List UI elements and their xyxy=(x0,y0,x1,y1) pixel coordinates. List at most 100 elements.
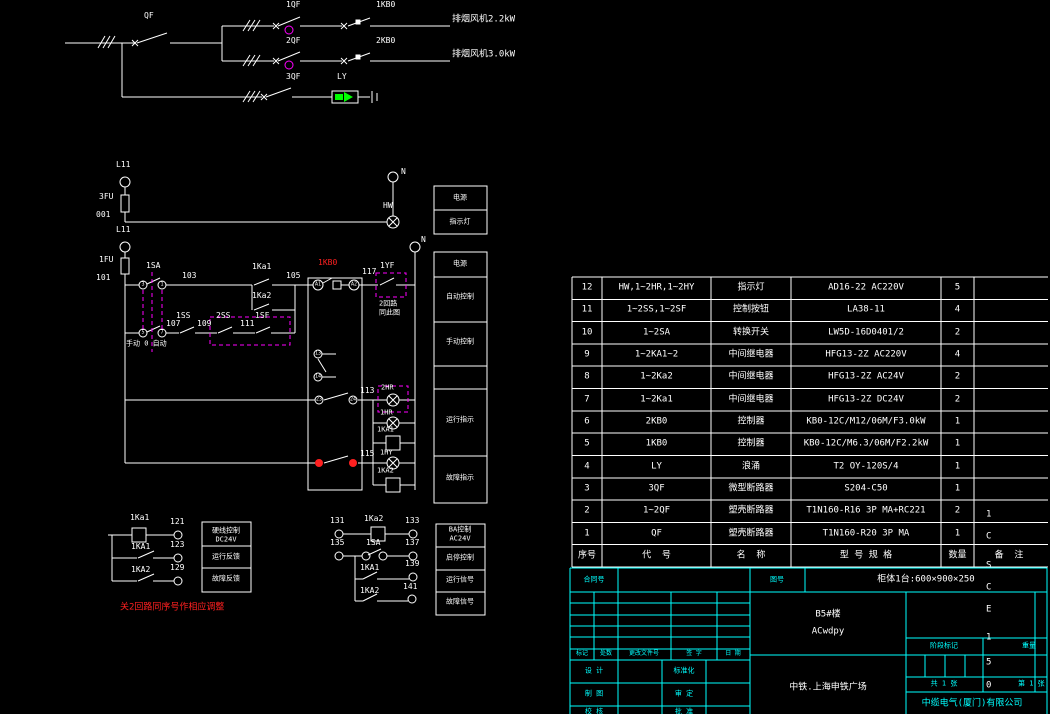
cad-text: 1KB0 xyxy=(376,1,395,9)
table-cell: 指示灯 xyxy=(737,284,764,293)
cad-text: 1FU xyxy=(99,256,113,264)
cad-text: 0 xyxy=(986,682,991,691)
table-cell: 3 xyxy=(584,484,589,493)
table-cell: LY xyxy=(651,462,662,471)
cad-text: 1QF xyxy=(286,1,300,9)
cad-text: S xyxy=(986,562,991,571)
table-cell: 1~2QF xyxy=(643,507,670,516)
cad-text: 137 xyxy=(405,539,419,547)
table-cell: 4 xyxy=(955,351,960,360)
cad-text: 2SS xyxy=(216,312,230,320)
power-circuit-lines xyxy=(65,17,450,103)
project-building: B5#楼 xyxy=(815,611,840,620)
cad-text: 第 1 张 xyxy=(1018,681,1045,688)
table-header-cell: 代 号 xyxy=(642,551,671,560)
table-cell: 1 xyxy=(955,462,960,471)
table-cell: 控制器 xyxy=(737,440,764,449)
cad-text: 139 xyxy=(405,560,419,568)
cad-text: 指示灯 xyxy=(450,219,471,226)
cad-text: 运行指示 xyxy=(446,417,474,424)
cad-text: 硬线控制 xyxy=(212,528,240,535)
table-cell: 2 xyxy=(584,507,589,516)
cad-text: 1Ka1 xyxy=(130,514,149,522)
cad-text: 电源 xyxy=(453,195,467,202)
qf-label: QF xyxy=(144,12,154,20)
cad-text: 2QF xyxy=(286,37,300,45)
table-cell: 1~2SS,1~2SF xyxy=(627,306,687,315)
cad-text: 2HR xyxy=(381,385,394,392)
table-header-cell: 数量 xyxy=(948,551,966,560)
cad-text: BA控制 xyxy=(449,527,471,534)
cad-text: 1YF xyxy=(380,262,394,270)
table-cell: 浪涌 xyxy=(742,462,760,471)
cad-text: 合同号 xyxy=(584,577,605,584)
cad-text: 115 xyxy=(360,450,374,458)
cad-text: 1HY xyxy=(380,450,393,457)
fan2-load-label: 排烟风机3.0kW xyxy=(452,51,515,60)
table-cell: 微型断路器 xyxy=(728,484,773,493)
cad-text: 标准化 xyxy=(674,668,695,675)
table-header-cell: 型 号 规 格 xyxy=(840,551,892,560)
cad-text: 107 xyxy=(166,320,180,328)
cad-text: 电源 xyxy=(453,261,467,268)
table-cell: LA38-11 xyxy=(847,306,885,315)
cad-text: 14 xyxy=(315,375,321,380)
cad-canvas[interactable]: QF1QF1KB0排烟风机2.2kW2QF2KB0排烟风机3.0kW3QFLYL… xyxy=(0,0,1050,714)
table-header-cell: 名 称 xyxy=(737,551,766,560)
table-cell: 2 xyxy=(955,395,960,404)
cad-text: 重量 xyxy=(1022,643,1036,650)
cad-text: 5 xyxy=(141,331,144,336)
cad-text: L11 xyxy=(116,226,130,234)
cad-text: 图号 xyxy=(770,577,784,584)
table-cell: HFG13-2Z AC24V xyxy=(828,373,904,382)
table-cell: 控制按钮 xyxy=(733,306,769,315)
cad-text: 1 xyxy=(986,634,991,643)
cad-text: 7 xyxy=(160,331,163,336)
cad-text: 设 计 xyxy=(585,668,603,675)
cad-text: 1KA1 xyxy=(377,427,394,434)
cad-text: 1KA2 xyxy=(131,566,150,574)
cabinet-size-note: 柜体1台:600×900×250 xyxy=(877,576,974,585)
table-cell: 12 xyxy=(582,284,593,293)
cad-text: C xyxy=(986,584,991,593)
table-cell: 中间继电器 xyxy=(728,395,773,404)
table-cell: QF xyxy=(651,529,662,538)
cad-text: 故障反馈 xyxy=(212,576,240,583)
cad-text: 1HR xyxy=(380,410,393,417)
table-cell: T1N160-R16 3P MA+RC221 xyxy=(806,507,925,516)
control-circuit-lines xyxy=(120,172,420,492)
cad-text: 135 xyxy=(330,539,344,547)
table-cell: HFG13-2Z AC220V xyxy=(825,351,906,360)
cad-text: 3QF xyxy=(286,73,300,81)
table-cell: KB0-12C/M12/06M/F3.0kW xyxy=(806,418,925,427)
cad-text: L11 xyxy=(116,161,130,169)
cad-text: 1 xyxy=(160,283,163,288)
cad-text: AC24V xyxy=(449,536,470,543)
cad-text: 故障指示 xyxy=(446,475,474,482)
table-cell: KB0-12C/M6.3/06M/F2.2kW xyxy=(804,440,929,449)
table-cell: 1~2Ka1 xyxy=(640,395,673,404)
table-cell: 3QF xyxy=(648,484,664,493)
cad-text: 3FU xyxy=(99,193,113,201)
cad-text: 109 xyxy=(197,320,211,328)
cad-text: 日 期 xyxy=(725,651,741,657)
cad-text: 1SA xyxy=(366,539,380,547)
table-cell: 转换开关 xyxy=(733,328,769,337)
cad-text: 制 图 xyxy=(585,691,603,698)
cad-text: 运行信号 xyxy=(446,577,474,584)
cad-text: 105 xyxy=(286,272,300,280)
table-cell: 11 xyxy=(582,306,593,315)
table-cell: 塑壳断路器 xyxy=(728,507,773,516)
cad-text: 1SS xyxy=(176,312,190,320)
table-cell: S204-C50 xyxy=(844,484,887,493)
table-cell: T2 OY-120S/4 xyxy=(833,462,898,471)
cad-text: 1Ka2 xyxy=(364,515,383,523)
table-cell: 1~2Ka2 xyxy=(640,373,673,382)
table-cell: 1 xyxy=(584,529,589,538)
table-cell: 1 xyxy=(955,440,960,449)
kb0-ref-label: 1KB0 xyxy=(318,259,337,267)
cad-text: 2KB0 xyxy=(376,37,395,45)
project-name: 中铁.上海申铁广场 xyxy=(789,684,866,693)
table-cell: 10 xyxy=(582,328,593,337)
table-header-cell: 备 注 xyxy=(995,551,1024,560)
